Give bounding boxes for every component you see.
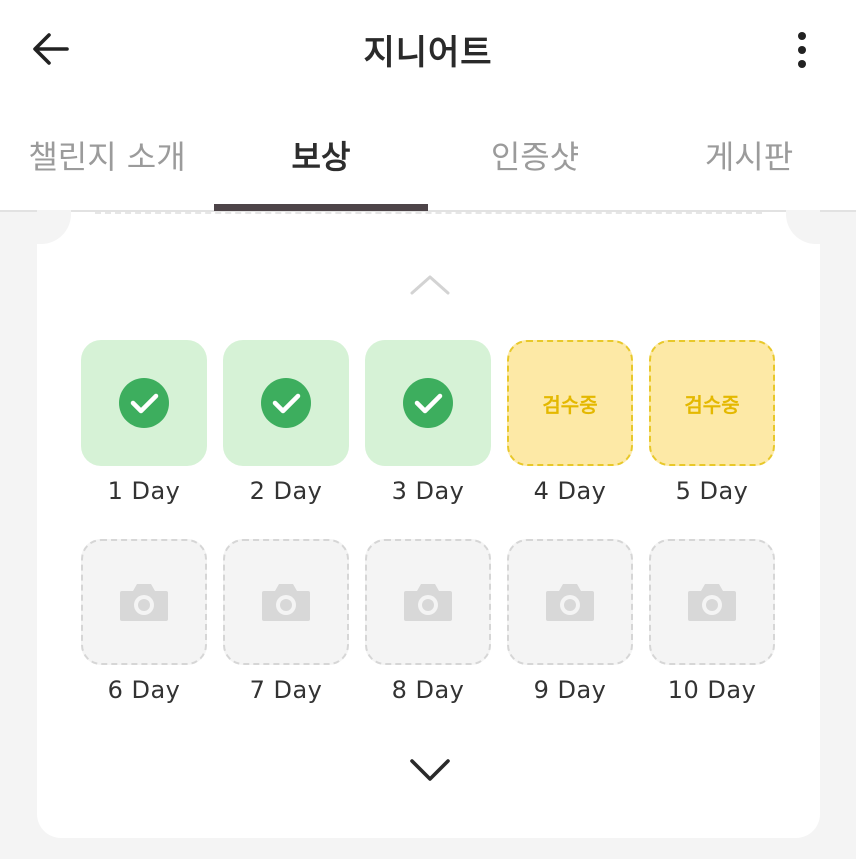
day-label: 2 Day xyxy=(249,477,323,505)
day-item: 10 Day xyxy=(649,539,777,704)
day-label: 5 Day xyxy=(675,477,749,505)
day-item: 1 Day xyxy=(81,340,209,505)
scroll-down-button[interactable] xyxy=(403,752,457,788)
tab-board[interactable]: 게시판 xyxy=(642,100,856,210)
day-tile-upload[interactable] xyxy=(507,539,633,665)
check-circle-icon xyxy=(119,378,169,428)
more-vertical-icon xyxy=(798,32,806,68)
day-label: 6 Day xyxy=(107,676,181,704)
day-tile-done[interactable] xyxy=(223,340,349,466)
day-label: 7 Day xyxy=(249,676,323,704)
scroll-up-button[interactable] xyxy=(405,270,455,300)
day-label: 1 Day xyxy=(107,477,181,505)
camera-icon xyxy=(404,584,452,621)
camera-icon xyxy=(120,584,168,621)
day-tile-upload[interactable] xyxy=(365,539,491,665)
chevron-down-icon xyxy=(410,759,450,781)
camera-icon xyxy=(688,584,736,621)
day-label: 4 Day xyxy=(533,477,607,505)
day-tile-done[interactable] xyxy=(81,340,207,466)
check-circle-icon xyxy=(403,378,453,428)
review-status-text: 검수중 xyxy=(542,392,598,417)
camera-icon xyxy=(546,584,594,621)
card-notch-left xyxy=(37,210,71,244)
day-item: 검수중 4 Day xyxy=(507,340,635,505)
tab-challenge-intro[interactable]: 챌린지 소개 xyxy=(0,100,214,210)
day-item: 6 Day xyxy=(81,539,209,704)
tab-proof-shot[interactable]: 인증샷 xyxy=(428,100,642,210)
day-item: 7 Day xyxy=(223,539,351,704)
chevron-up-icon xyxy=(410,275,450,295)
more-options-button[interactable] xyxy=(782,28,822,72)
card-divider xyxy=(95,212,762,214)
day-tile-upload[interactable] xyxy=(649,539,775,665)
day-tile-upload[interactable] xyxy=(223,539,349,665)
day-label: 3 Day xyxy=(391,477,465,505)
day-label: 9 Day xyxy=(533,676,607,704)
card-notch-right xyxy=(786,210,820,244)
day-item: 8 Day xyxy=(365,539,493,704)
day-tile-under-review[interactable]: 검수중 xyxy=(507,340,633,466)
check-circle-icon xyxy=(261,378,311,428)
day-item: 9 Day xyxy=(507,539,635,704)
day-label: 10 Day xyxy=(667,676,757,704)
tab-reward[interactable]: 보상 xyxy=(214,100,428,211)
tab-bar: 챌린지 소개 보상 인증샷 게시판 xyxy=(0,100,856,212)
page-title: 지니어트 xyxy=(363,33,493,73)
camera-icon xyxy=(262,584,310,621)
day-item: 검수중 5 Day xyxy=(649,340,777,505)
review-status-text: 검수중 xyxy=(684,392,740,417)
day-tile-under-review[interactable]: 검수중 xyxy=(649,340,775,466)
progress-card: 1 Day 2 Day 3 Day 검수중 4 Day 검수중 5 Day 6 … xyxy=(37,210,820,838)
day-item: 2 Day xyxy=(223,340,351,505)
day-tile-done[interactable] xyxy=(365,340,491,466)
day-label: 8 Day xyxy=(391,676,465,704)
app-header: 지니어트 xyxy=(0,0,856,100)
day-item: 3 Day xyxy=(365,340,493,505)
day-tile-upload[interactable] xyxy=(81,539,207,665)
